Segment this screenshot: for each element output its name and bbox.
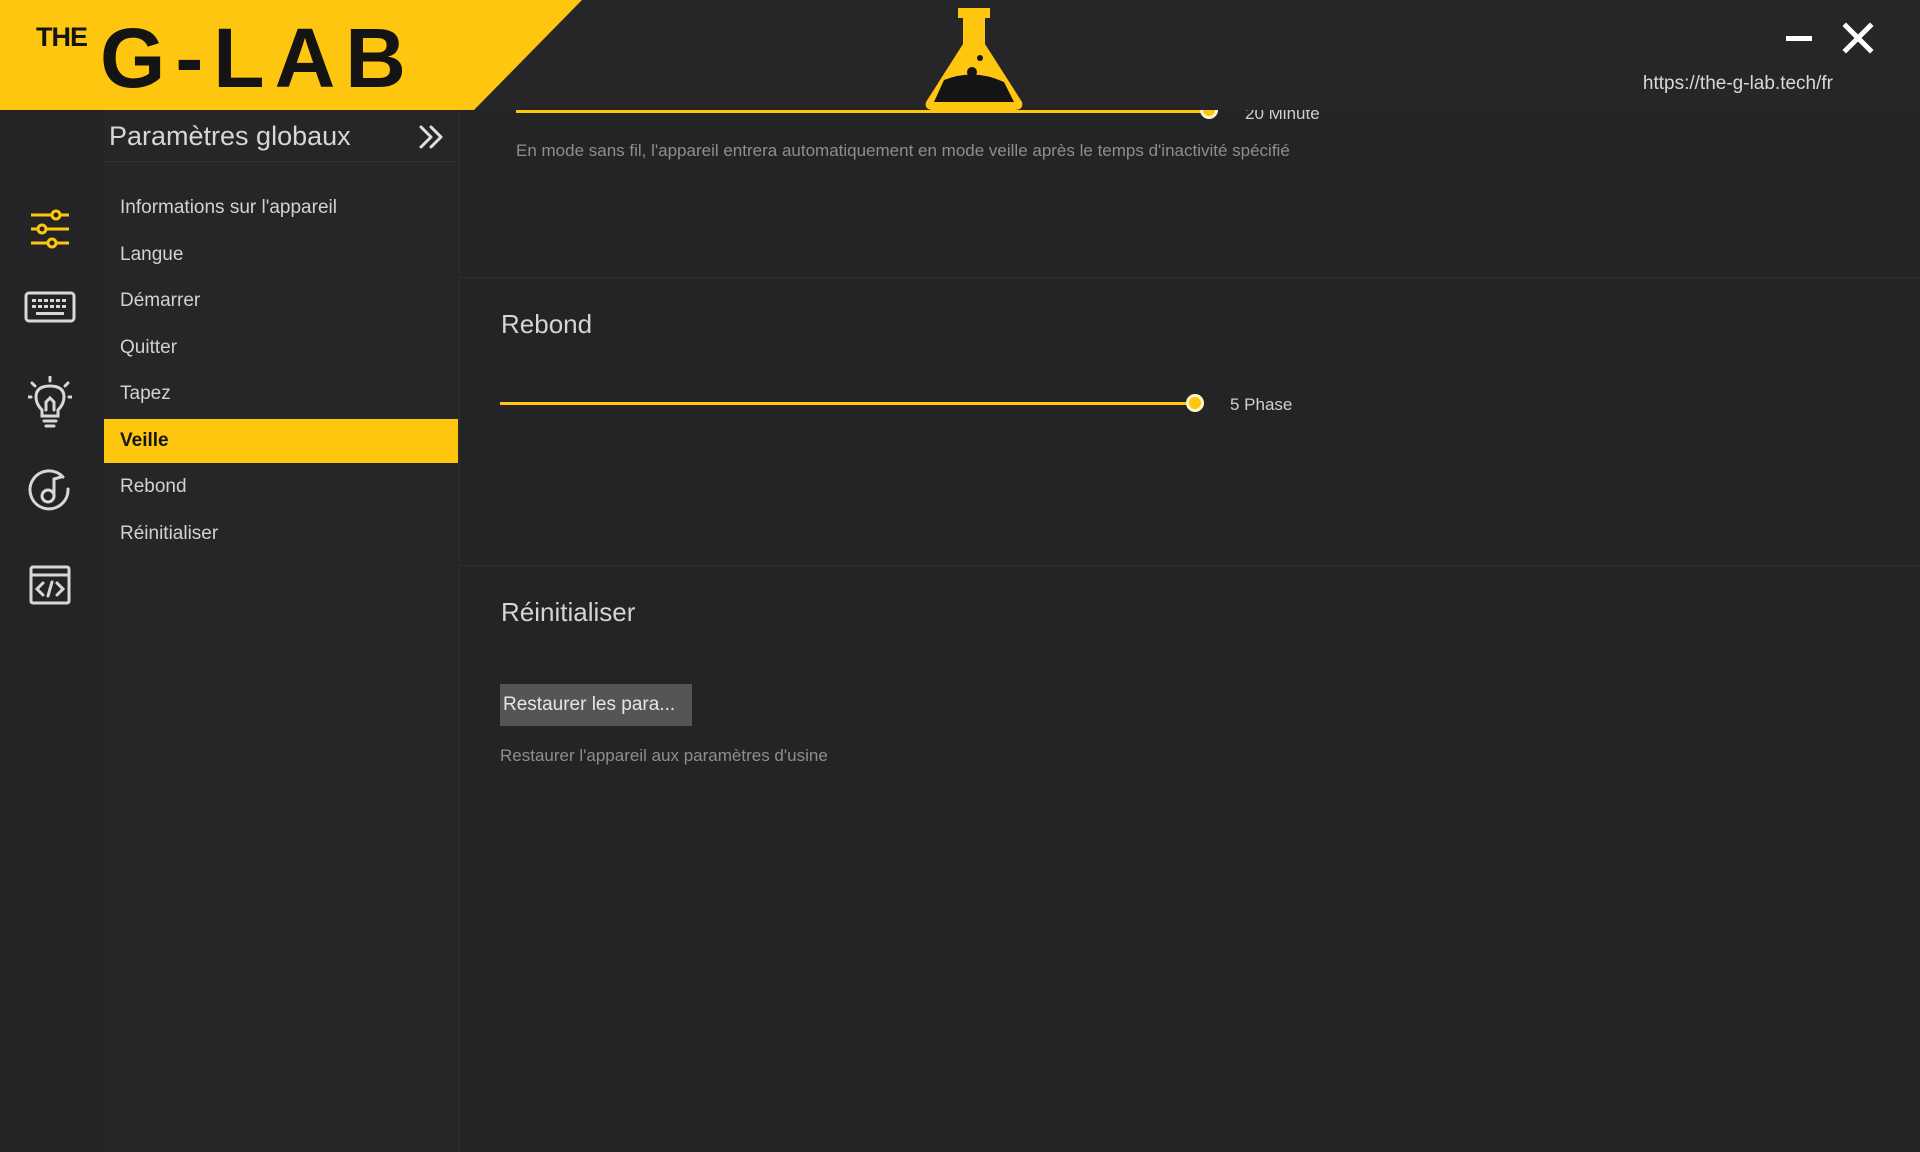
restore-defaults-button[interactable]: Restaurer les para... xyxy=(500,684,692,726)
close-icon xyxy=(1842,22,1874,54)
settings-sidebar: Paramètres globaux Informations sur l'ap… xyxy=(104,110,460,1152)
double-chevron-right-icon xyxy=(419,125,443,149)
sidebar-title: Paramètres globaux xyxy=(109,121,351,151)
sidebar-item-quit[interactable]: Quitter xyxy=(104,326,458,370)
debounce-slider-track[interactable] xyxy=(500,402,1195,405)
website-link[interactable]: https://the-g-lab.tech/fr xyxy=(1643,73,1833,95)
navigation-rail xyxy=(0,110,104,1152)
debounce-slider-handle[interactable] xyxy=(1186,394,1204,412)
section-divider xyxy=(460,277,1920,278)
sidebar-item-debounce[interactable]: Rebond xyxy=(104,465,458,509)
title-bar: THE G-LAB https://the-g-lab.tech/fr xyxy=(0,0,1920,110)
minimize-icon xyxy=(1786,36,1812,41)
rail-lighting[interactable] xyxy=(22,374,78,430)
sidebar-item-type[interactable]: Tapez xyxy=(104,372,458,416)
sidebar-item-device-info[interactable]: Informations sur l'appareil xyxy=(104,186,458,230)
svg-text:G-LAB: G-LAB xyxy=(100,11,416,100)
sidebar-item-language[interactable]: Langue xyxy=(104,233,458,277)
sidebar-item-sleep[interactable]: Veille xyxy=(104,418,458,463)
sidebar-item-startup[interactable]: Démarrer xyxy=(104,279,458,323)
settings-menu: Informations sur l'appareil Langue Démar… xyxy=(104,186,458,558)
logo-prefix: THE xyxy=(36,22,88,52)
music-note-icon xyxy=(28,469,70,511)
section-divider xyxy=(460,565,1920,566)
sleep-hint: En mode sans fil, l'appareil entrera aut… xyxy=(516,141,1290,160)
app-window: THE G-LAB https://the-g-lab.tech/fr Para… xyxy=(0,0,1920,1152)
settings-content: 20 Minute En mode sans fil, l'appareil e… xyxy=(460,101,1920,1152)
lightbulb-icon xyxy=(28,376,72,428)
reset-hint: Restaurer l'appareil aux paramètres d'us… xyxy=(500,746,828,765)
sleep-slider-track[interactable] xyxy=(516,110,1216,113)
debounce-title: Rebond xyxy=(501,309,593,339)
sidebar-header: Paramètres globaux xyxy=(104,110,460,162)
sidebar-item-reset[interactable]: Réinitialiser xyxy=(104,512,458,556)
close-button[interactable] xyxy=(1838,18,1878,58)
rail-script[interactable] xyxy=(22,557,78,613)
code-window-icon xyxy=(29,565,71,605)
flask-logo-icon xyxy=(925,8,1023,110)
debounce-value: 5 Phase xyxy=(1230,395,1293,414)
reset-title: Réinitialiser xyxy=(501,597,636,627)
rail-keyboard[interactable] xyxy=(22,279,78,335)
rail-global-settings[interactable] xyxy=(22,201,78,257)
keyboard-icon xyxy=(24,291,76,323)
collapse-sidebar-button[interactable] xyxy=(414,120,448,154)
sliders-icon xyxy=(31,209,69,249)
minimize-button[interactable] xyxy=(1778,18,1818,58)
rail-macro[interactable] xyxy=(22,464,78,520)
g-lab-logo: G-LAB xyxy=(100,11,416,100)
